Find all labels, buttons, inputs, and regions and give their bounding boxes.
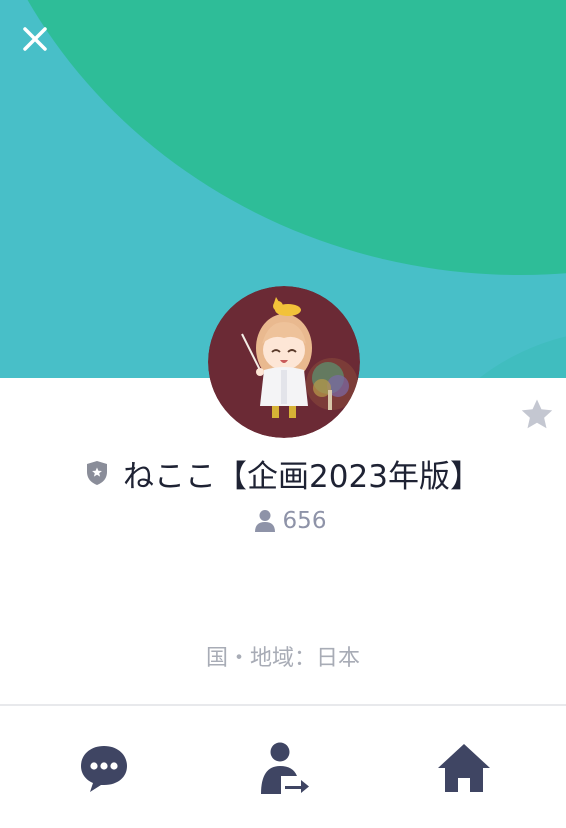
close-button[interactable] bbox=[20, 24, 50, 54]
shield-star-icon bbox=[87, 461, 108, 485]
friends-count: 656 bbox=[282, 508, 327, 534]
chat-button[interactable] bbox=[74, 738, 134, 798]
friends-count-row: 656 bbox=[0, 504, 566, 538]
divider bbox=[0, 704, 566, 706]
profile-name-row: ねここ【企画2023年版】 bbox=[0, 450, 566, 496]
profile-screen: ねここ【企画2023年版】 656 国・地域：日本 bbox=[0, 0, 566, 828]
avatar[interactable] bbox=[208, 286, 360, 438]
chat-bubble-icon bbox=[81, 746, 127, 792]
star-icon bbox=[521, 399, 553, 429]
close-icon bbox=[23, 27, 47, 51]
home-icon bbox=[438, 744, 490, 792]
person-icon bbox=[254, 510, 275, 532]
share-contact-button[interactable] bbox=[253, 738, 313, 798]
region-label: 国・地域：日本 bbox=[205, 646, 360, 671]
avatar-illustration bbox=[208, 286, 360, 438]
share-contact-icon bbox=[261, 742, 309, 794]
favorite-button[interactable] bbox=[518, 396, 556, 434]
home-button[interactable] bbox=[434, 738, 494, 798]
profile-name: ねここ【企画2023年版】 bbox=[123, 458, 481, 495]
